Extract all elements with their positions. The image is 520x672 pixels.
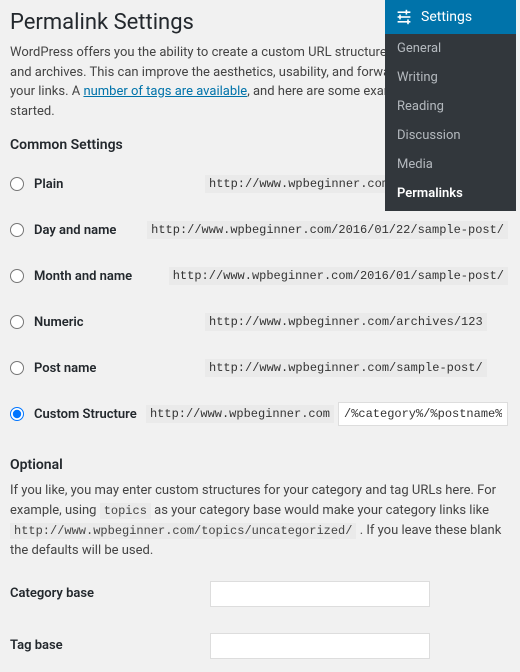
radio-custom[interactable] bbox=[10, 407, 24, 421]
option-label[interactable]: Day and name bbox=[10, 223, 147, 238]
sidebar-item-reading[interactable]: Reading bbox=[385, 92, 516, 121]
option-row-custom: Custom Structure http://www.wpbeginner.c… bbox=[10, 391, 508, 437]
sidebar-item-media[interactable]: Media bbox=[385, 150, 516, 179]
tag-base-label: Tag base bbox=[10, 638, 210, 653]
radio-post-name[interactable] bbox=[10, 361, 24, 375]
optional-heading: Optional bbox=[10, 457, 508, 473]
custom-structure-input[interactable] bbox=[338, 402, 508, 426]
sidebar-item-general[interactable]: General bbox=[385, 34, 516, 63]
option-text: Post name bbox=[34, 361, 96, 376]
sidebar-head-settings[interactable]: Settings bbox=[385, 0, 516, 34]
option-row-day-name: Day and name http://www.wpbeginner.com/2… bbox=[10, 207, 508, 253]
tag-base-input[interactable] bbox=[210, 633, 430, 659]
option-label[interactable]: Plain bbox=[10, 177, 205, 192]
sliders-icon bbox=[395, 8, 413, 26]
optional-description: If you like, you may enter custom struct… bbox=[10, 481, 508, 562]
category-base-label: Category base bbox=[10, 586, 210, 601]
settings-submenu: Settings General Writing Reading Discuss… bbox=[385, 0, 516, 211]
option-text: Month and name bbox=[34, 269, 132, 284]
optional-desc-mid: as your category base would make your ca… bbox=[151, 503, 489, 518]
option-text: Numeric bbox=[34, 315, 84, 330]
option-row-numeric: Numeric http://www.wpbeginner.com/archiv… bbox=[10, 299, 508, 345]
option-text: Custom Structure bbox=[34, 407, 137, 422]
sidebar-head-label: Settings bbox=[421, 9, 472, 25]
example-url: http://www.wpbeginner.com/2016/01/22/sam… bbox=[147, 221, 508, 239]
option-label[interactable]: Custom Structure bbox=[10, 407, 146, 422]
sidebar-item-writing[interactable]: Writing bbox=[385, 63, 516, 92]
sidebar-item-discussion[interactable]: Discussion bbox=[385, 121, 516, 150]
example-url: http://www.wpbeginner.com/sample-post/ bbox=[205, 359, 487, 377]
example-url: http://www.wpbeginner.com/2016/01/sample… bbox=[169, 267, 508, 285]
tag-base-row: Tag base bbox=[10, 620, 508, 672]
option-text: Day and name bbox=[34, 223, 116, 238]
category-base-row: Category base bbox=[10, 568, 508, 620]
topics-code: topics bbox=[100, 503, 151, 519]
option-label[interactable]: Month and name bbox=[10, 269, 169, 284]
tags-available-link[interactable]: number of tags are available bbox=[83, 84, 247, 99]
example-category-url: http://www.wpbeginner.com/topics/uncateg… bbox=[10, 523, 356, 539]
option-row-month-name: Month and name http://www.wpbeginner.com… bbox=[10, 253, 508, 299]
radio-plain[interactable] bbox=[10, 177, 24, 191]
example-url: http://www.wpbeginner.com/archives/123 bbox=[205, 313, 487, 331]
option-label[interactable]: Post name bbox=[10, 361, 205, 376]
option-row-post-name: Post name http://www.wpbeginner.com/samp… bbox=[10, 345, 508, 391]
radio-month-name[interactable] bbox=[10, 269, 24, 283]
radio-day-name[interactable] bbox=[10, 223, 24, 237]
sidebar-item-permalinks[interactable]: Permalinks bbox=[385, 179, 516, 211]
option-text: Plain bbox=[34, 177, 63, 192]
custom-base-url: http://www.wpbeginner.com bbox=[146, 405, 334, 423]
radio-numeric[interactable] bbox=[10, 315, 24, 329]
category-base-input[interactable] bbox=[210, 581, 430, 607]
option-label[interactable]: Numeric bbox=[10, 315, 205, 330]
